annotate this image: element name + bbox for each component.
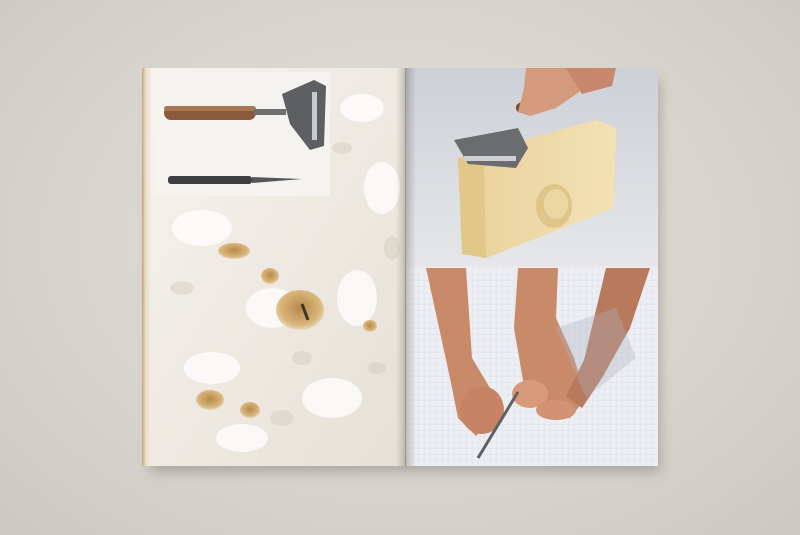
- left-page: [142, 68, 406, 466]
- scalpel-icon: [168, 176, 302, 184]
- cheese-block-photo: [406, 68, 658, 267]
- photo-scene: [0, 0, 800, 535]
- right-page: [406, 68, 658, 466]
- feet-photo: [406, 268, 658, 466]
- open-booklet: [142, 68, 658, 466]
- page-edge-stack: [142, 68, 151, 466]
- cheese-slicer-icon: [164, 80, 326, 150]
